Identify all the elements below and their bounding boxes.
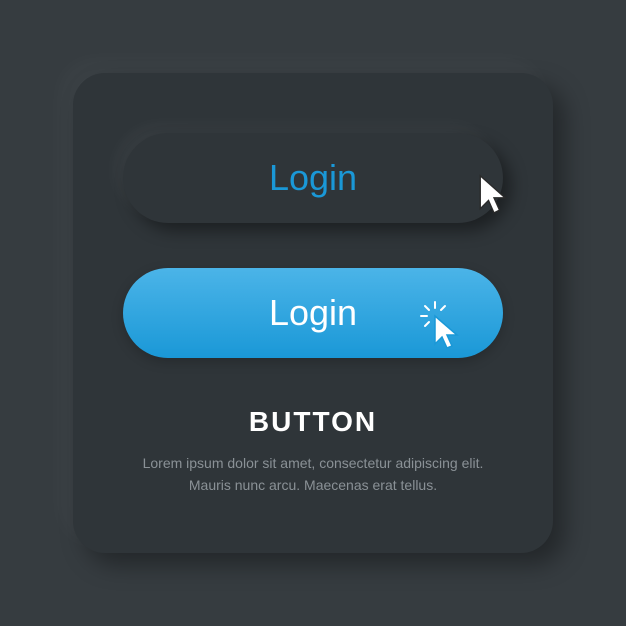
cursor-click-icon xyxy=(415,296,475,356)
section-description: Lorem ipsum dolor sit amet, consectetur … xyxy=(123,452,503,497)
login-button-dark[interactable]: Login xyxy=(123,133,503,223)
neumorphic-card: Login Login BUTTON Lorem ipsum dolor sit… xyxy=(73,73,553,553)
login-button-blue[interactable]: Login xyxy=(123,268,503,358)
section-heading: BUTTON xyxy=(249,406,377,438)
login-button-dark-label: Login xyxy=(269,157,357,199)
login-button-blue-label: Login xyxy=(269,292,357,334)
cursor-arrow-icon xyxy=(477,173,511,217)
